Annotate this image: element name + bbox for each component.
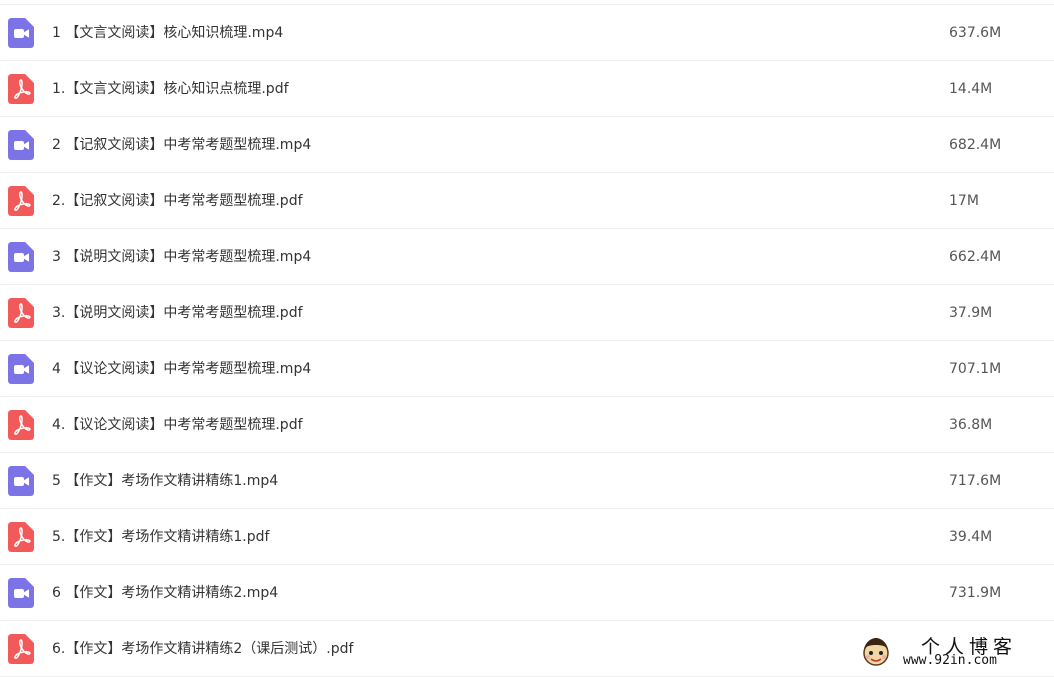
file-name[interactable]: 2 【记叙文阅读】中考常考题型梳理.mp4 <box>52 135 311 155</box>
pdf-icon <box>8 186 34 216</box>
file-name[interactable]: 6 【作文】考场作文精讲精练2.mp4 <box>52 583 278 603</box>
file-name[interactable]: 3.【说明文阅读】中考常考题型梳理.pdf <box>52 303 303 323</box>
pdf-icon <box>8 522 34 552</box>
file-row[interactable]: 1.【文言文阅读】核心知识点梳理.pdf 14.4M <box>0 61 1054 117</box>
video-camera-icon <box>8 578 34 608</box>
file-size: 707.1M <box>949 361 1002 377</box>
file-size: 17M <box>949 193 979 209</box>
file-name[interactable]: 6.【作文】考场作文精讲精练2（课后测试）.pdf <box>52 639 353 659</box>
video-camera-icon <box>8 242 34 272</box>
file-row[interactable]: 2.【记叙文阅读】中考常考题型梳理.pdf 17M <box>0 173 1054 229</box>
pdf-icon <box>8 74 34 104</box>
file-size: 14.4M <box>949 81 993 97</box>
file-size: 39.4M <box>949 529 993 545</box>
file-size: 682.4M <box>949 137 1002 153</box>
file-row[interactable]: 1 【文言文阅读】核心知识梳理.mp4 637.6M <box>0 5 1054 61</box>
pdf-icon <box>8 298 34 328</box>
file-row[interactable]: 4.【议论文阅读】中考常考题型梳理.pdf 36.8M <box>0 397 1054 453</box>
pdf-icon <box>8 634 34 664</box>
file-name[interactable]: 1.【文言文阅读】核心知识点梳理.pdf <box>52 79 289 99</box>
file-name[interactable]: 1 【文言文阅读】核心知识梳理.mp4 <box>52 23 283 43</box>
file-name[interactable]: 4.【议论文阅读】中考常考题型梳理.pdf <box>52 415 303 435</box>
file-size: 717.6M <box>949 473 1002 489</box>
file-size: 36.8M <box>949 417 993 433</box>
file-name[interactable]: 4 【议论文阅读】中考常考题型梳理.mp4 <box>52 359 311 379</box>
video-camera-icon <box>8 466 34 496</box>
file-size: 662.4M <box>949 249 1002 265</box>
file-size: 37.9M <box>949 305 993 321</box>
file-row[interactable]: 4 【议论文阅读】中考常考题型梳理.mp4 707.1M <box>0 341 1054 397</box>
video-camera-icon <box>8 130 34 160</box>
file-name[interactable]: 5 【作文】考场作文精讲精练1.mp4 <box>52 471 278 491</box>
file-row[interactable]: 5.【作文】考场作文精讲精练1.pdf 39.4M <box>0 509 1054 565</box>
file-name[interactable]: 2.【记叙文阅读】中考常考题型梳理.pdf <box>52 191 303 211</box>
file-row[interactable]: 5 【作文】考场作文精讲精练1.mp4 717.6M <box>0 453 1054 509</box>
file-row[interactable]: 3 【说明文阅读】中考常考题型梳理.mp4 662.4M <box>0 229 1054 285</box>
file-size: 731.9M <box>949 585 1002 601</box>
file-list: 1 【文言文阅读】核心知识梳理.mp4 637.6M 1.【文言文阅读】核心知识… <box>0 4 1054 677</box>
mascot-logo-icon <box>863 638 889 666</box>
video-camera-icon <box>8 18 34 48</box>
watermark: 个人博客 www.92in.com <box>855 632 1051 672</box>
pdf-icon <box>8 410 34 440</box>
file-row[interactable]: 2 【记叙文阅读】中考常考题型梳理.mp4 682.4M <box>0 117 1054 173</box>
watermark-url: www.92in.com <box>903 653 997 668</box>
file-size: 637.6M <box>949 25 1002 41</box>
file-name[interactable]: 5.【作文】考场作文精讲精练1.pdf <box>52 527 269 547</box>
file-row[interactable]: 6 【作文】考场作文精讲精练2.mp4 731.9M <box>0 565 1054 621</box>
file-row[interactable]: 3.【说明文阅读】中考常考题型梳理.pdf 37.9M <box>0 285 1054 341</box>
file-name[interactable]: 3 【说明文阅读】中考常考题型梳理.mp4 <box>52 247 311 267</box>
video-camera-icon <box>8 354 34 384</box>
